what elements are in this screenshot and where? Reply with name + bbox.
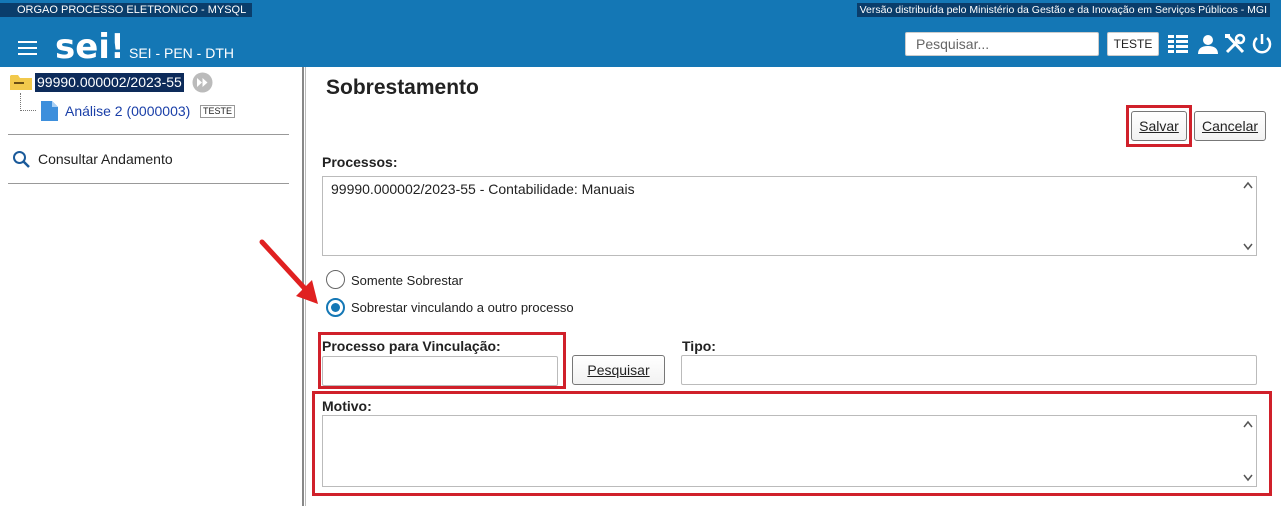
- forward-icon[interactable]: [192, 72, 213, 93]
- control-panel-icon[interactable]: [1167, 33, 1189, 55]
- radio-sobrestar-vinculando[interactable]: [326, 298, 345, 317]
- radio-sobrestar-vinculando-label[interactable]: Sobrestar vinculando a outro processo: [351, 300, 574, 316]
- motivo-label: Motivo:: [322, 398, 372, 414]
- tree-connector: [20, 93, 36, 111]
- cancel-button-label: Cancelar: [1201, 118, 1259, 134]
- top-bar: ORGAO PROCESSO ELETRONICO - MYSQL Versão…: [0, 0, 1281, 67]
- processos-label: Processos:: [322, 154, 398, 170]
- tipo-input[interactable]: [681, 355, 1257, 385]
- annotation-arrow-icon: [259, 239, 318, 304]
- processos-value: 99990.000002/2023-55 - Contabilidade: Ma…: [331, 181, 635, 197]
- radio-somente-sobrestar[interactable]: [326, 270, 345, 289]
- process-number-link[interactable]: 99990.000002/2023-55: [35, 73, 184, 92]
- menu-icon[interactable]: [18, 41, 37, 55]
- page-title: Sobrestamento: [326, 76, 479, 99]
- scroll-arrows-icon[interactable]: [1242, 179, 1254, 253]
- folder-icon: [10, 75, 32, 90]
- system-name: SEI - PEN - DTH: [129, 45, 235, 61]
- sobrestamento-form: Sobrestamento Salvar Cancelar Processos:…: [306, 67, 1281, 506]
- divider: [8, 183, 289, 184]
- tipo-label: Tipo:: [682, 338, 716, 354]
- pesquisar-button-label: Pesquisar: [587, 362, 650, 378]
- save-button-label: Salvar: [1139, 118, 1179, 134]
- power-icon[interactable]: [1251, 33, 1273, 55]
- unit-button[interactable]: TESTE: [1107, 32, 1159, 56]
- motivo-textarea[interactable]: [322, 415, 1257, 487]
- search-input[interactable]: [905, 32, 1099, 56]
- sei-logo: sei!: [55, 27, 120, 64]
- document-link[interactable]: Análise 2 (0000003): [65, 103, 190, 120]
- cancel-button[interactable]: Cancelar: [1194, 111, 1266, 141]
- info-strip: ORGAO PROCESSO ELETRONICO - MYSQL Versão…: [0, 0, 1281, 18]
- svg-text:sei!: sei!: [55, 27, 120, 64]
- tools-icon[interactable]: [1224, 33, 1246, 55]
- search-icon[interactable]: [12, 150, 31, 169]
- processos-list[interactable]: 99990.000002/2023-55 - Contabilidade: Ma…: [322, 176, 1257, 256]
- consult-andamento-link[interactable]: Consultar Andamento: [38, 151, 173, 168]
- version-note: Versão distribuída pelo Ministério da Ge…: [856, 3, 1270, 17]
- save-button[interactable]: Salvar: [1131, 111, 1187, 141]
- radio-somente-sobrestar-label[interactable]: Somente Sobrestar: [351, 273, 463, 289]
- document-tag: TESTE: [200, 105, 236, 118]
- divider: [8, 134, 289, 135]
- vinculacao-label: Processo para Vinculação:: [322, 338, 501, 354]
- document-icon: [41, 101, 58, 121]
- vinculacao-input[interactable]: [322, 356, 558, 386]
- org-name: ORGAO PROCESSO ELETRONICO - MYSQL: [0, 3, 253, 17]
- pesquisar-button[interactable]: Pesquisar: [572, 355, 665, 385]
- user-icon[interactable]: [1197, 33, 1219, 55]
- scroll-arrows-icon[interactable]: [1242, 418, 1254, 484]
